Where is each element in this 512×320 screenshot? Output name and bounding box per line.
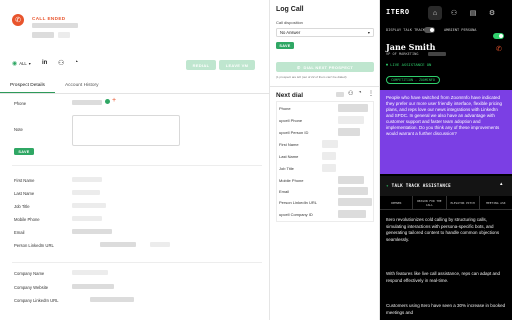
leave-vm-button[interactable]: LEAVE VM [219, 60, 255, 70]
user-icon[interactable]: ⚇ [447, 6, 461, 20]
talk-track-paragraph: Itero revolutionizes cold calling by str… [386, 217, 500, 242]
company-linkedin-value [90, 297, 134, 302]
prospect-name: Jane Smith [386, 42, 436, 52]
email-label: Email [14, 230, 25, 235]
log-call-panel: Log Call Call disposition No Answer ▾ SA… [270, 0, 380, 320]
company-linkedin-label: Company LinkedIn URL [14, 298, 59, 303]
note-textarea[interactable] [72, 115, 180, 146]
prospect-title: VP OF MARKETING [386, 52, 419, 56]
dial-select-value: ALL [19, 61, 27, 66]
first-name-value [72, 177, 102, 182]
log-call-title: Log Call [276, 6, 304, 13]
next-dial-table [276, 101, 374, 222]
linkedin-url-label: Person LinkedIn URL [14, 243, 54, 248]
tab-reason-for-the-call[interactable]: REASON FOR THE CALL [413, 196, 447, 209]
prospect-name-redacted [58, 32, 70, 38]
user-icon[interactable]: ⚇ [58, 59, 64, 67]
job-title-value [72, 203, 106, 208]
display-talk-track-toggle[interactable] [424, 27, 435, 33]
email-value [72, 229, 112, 234]
tab-meeting-ask[interactable]: MEETING ASK [480, 196, 512, 209]
hang-up-icon[interactable]: ✆ [496, 45, 502, 53]
tab-elevator-pitch[interactable]: ELEVATOR PITCH [447, 196, 480, 209]
disposition-label: Call disposition [276, 20, 303, 25]
disposition-select[interactable]: No Answer ▾ [276, 28, 374, 37]
save-disposition-button[interactable]: SAVE [276, 42, 294, 49]
tab-prospect-details[interactable]: Prospect Details [0, 80, 55, 93]
live-assistance-status: ⏺ LIVE ASSISTANCE ON [386, 62, 432, 67]
linkedin-url-value [150, 242, 170, 247]
dial-select[interactable]: ◉ ALL ▾ [12, 60, 31, 67]
company-website-label: Company Website [14, 285, 49, 290]
talk-track-title: ✦ TALK TRACK ASSISTANCE [386, 183, 451, 188]
talk-track-paragraph: Customers using Itero have seen a 30% in… [386, 303, 506, 315]
itero-panel: ITERO ⌂ ⚇ ▤ ⚙ DISPLAY TALK TRACK AMBIENT… [380, 0, 512, 320]
display-talk-track-label: DISPLAY TALK TRACK [386, 28, 425, 32]
user-icon[interactable]: ⚇ [348, 90, 353, 97]
company-website-value [72, 284, 114, 289]
competition-badge: COMPETITION - ZOOMINFO [386, 76, 440, 84]
divider [12, 165, 262, 166]
call-status: CALL ENDED [32, 16, 66, 21]
talk-track-paragraph: With features like live call assistance,… [386, 271, 501, 283]
linkedin-icon[interactable]: in [42, 60, 47, 66]
chart-icon[interactable]: ▤ [466, 6, 480, 20]
ambient-persona-toggle[interactable] [493, 33, 504, 39]
linkedin-url-value [100, 242, 136, 247]
mobile-phone-value [72, 216, 102, 221]
divider [12, 262, 262, 263]
ambient-persona-label: AMBIENT PERSONA [444, 28, 477, 32]
first-name-label: First Name [14, 178, 35, 183]
prospect-name-redacted [32, 32, 54, 38]
more-icon[interactable]: ⋮ [368, 90, 374, 97]
prospect-count-note: (1 prospect are left (out of 22 of them … [276, 75, 347, 79]
prospect-panel: ✆ CALL ENDED ◉ ALL ▾ in ⚇ ◔ REDIAL LEAVE… [0, 0, 270, 320]
call-ended-icon: ✆ [12, 14, 24, 26]
chevron-up-icon[interactable]: ▴ [500, 181, 503, 187]
phone-status-dot [105, 99, 110, 104]
target-icon: ◉ [12, 61, 18, 67]
disposition-value: No Answer [280, 30, 301, 35]
job-title-label: Job Title [14, 204, 30, 209]
history-icon[interactable]: ◔ [358, 90, 362, 96]
company-name-value [72, 270, 108, 275]
note-label: Note [14, 127, 23, 132]
chevron-down-icon: ▾ [28, 61, 31, 66]
last-name-value [72, 190, 100, 195]
mobile-phone-label: Mobile Phone [14, 217, 40, 222]
home-icon[interactable]: ⌂ [428, 6, 442, 20]
phone-label: Phone [14, 101, 27, 106]
phone-icon: ✆ [296, 64, 301, 70]
objection-response-text: People who have switched from ZoomInfo h… [386, 95, 503, 136]
last-name-label: Last Name [14, 191, 35, 196]
divider [270, 86, 380, 87]
itero-logo: ITERO [386, 8, 410, 16]
next-dial-title: Next dial [276, 92, 304, 99]
save-note-button[interactable]: SAVE [14, 148, 34, 155]
talk-track-tabs: OPENER REASON FOR THE CALL ELEVATOR PITC… [380, 196, 512, 210]
prospect-tabs: Prospect Details Account History [0, 80, 270, 94]
history-icon[interactable]: ◔ [74, 59, 78, 66]
company-name-label: Company Name [14, 271, 45, 276]
phone-value-redacted [72, 100, 102, 105]
company-redacted [428, 52, 446, 56]
dial-next-prospect-button[interactable]: ✆ DIAL NEXT PROSPECT [276, 62, 374, 72]
next-dial-redacted [336, 92, 344, 97]
tab-account-history[interactable]: Account History [55, 80, 109, 93]
prospect-phone-redacted [32, 23, 78, 28]
chevron-down-icon: ▾ [367, 30, 370, 35]
gear-icon[interactable]: ⚙ [485, 6, 499, 20]
add-phone-button[interactable]: + [112, 97, 116, 104]
objection-response-card: People who have switched from ZoomInfo h… [380, 90, 512, 174]
redial-button[interactable]: REDIAL [186, 60, 216, 70]
tab-opener[interactable]: OPENER [380, 196, 414, 209]
